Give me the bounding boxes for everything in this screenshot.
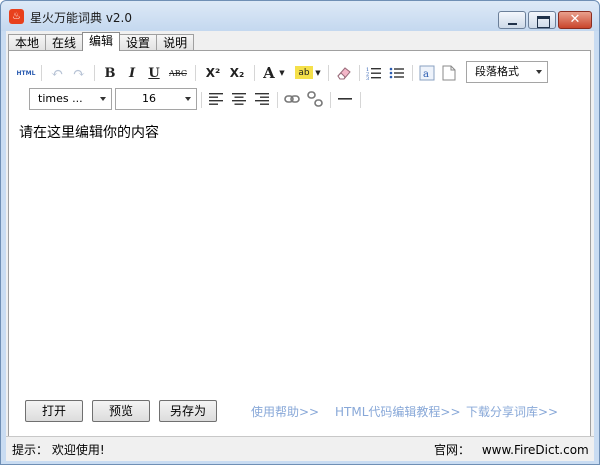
edit-panel: HTML ↶ ↷ B I U ABC X² X₂ A ▼ ab ▼ 1 2 3 … <box>8 50 591 458</box>
tab-local[interactable]: 本地 <box>8 34 47 51</box>
tab-bar: 本地 在线 编辑 设置 说明 <box>8 32 195 51</box>
help-link[interactable]: 使用帮助>> <box>251 403 319 420</box>
superscript-icon[interactable]: X² <box>202 63 224 83</box>
font-size-value: 16 <box>142 92 156 105</box>
status-bar: 提示： 欢迎使用! 官网： www.FireDict.com <box>6 436 594 461</box>
unordered-list-icon[interactable] <box>388 63 406 83</box>
site-label: 官网： <box>434 443 471 457</box>
hint-label: 提示： <box>12 443 49 457</box>
font-family-select[interactable]: times ... <box>29 88 112 110</box>
align-center-icon[interactable] <box>230 89 248 109</box>
minimize-button[interactable] <box>498 11 526 29</box>
chevron-down-icon <box>536 70 542 74</box>
eraser-icon[interactable] <box>335 63 353 83</box>
preview-button[interactable]: 预览 <box>92 400 150 422</box>
toolbar-separator <box>412 65 413 81</box>
download-share-link[interactable]: 下载分享词库>> <box>466 403 558 420</box>
app-window: ♨ 星火万能词典 v2.0 ✕ 本地 在线 编辑 设置 说明 HTML ↶ ↷ … <box>0 0 600 465</box>
toolbar-separator <box>359 65 360 81</box>
app-logo-icon: ♨ <box>9 9 24 24</box>
special-char-icon[interactable]: a <box>418 63 436 83</box>
window-title: 星火万能词典 v2.0 <box>30 11 133 25</box>
status-hint: 提示： 欢迎使用! <box>12 441 105 458</box>
toolbar-separator <box>277 92 278 108</box>
font-color-icon[interactable]: A <box>261 63 277 83</box>
html-source-icon[interactable]: HTML <box>15 63 37 83</box>
font-family-value: times ... <box>38 92 83 105</box>
font-size-select[interactable]: 16 <box>115 88 197 110</box>
link-icon[interactable] <box>283 89 301 109</box>
chevron-down-icon <box>100 97 106 101</box>
toolbar-separator <box>360 92 361 108</box>
paragraph-format-value: 段落格式 <box>475 65 519 78</box>
toolbar-separator <box>328 65 329 81</box>
tab-edit[interactable]: 编辑 <box>82 32 121 51</box>
italic-icon[interactable]: I <box>123 63 141 83</box>
client-area: 本地 在线 编辑 设置 说明 HTML ↶ ↷ B I U ABC X² X₂ <box>6 31 594 461</box>
toolbar-separator <box>41 65 42 81</box>
open-button[interactable]: 打开 <box>25 400 83 422</box>
save-as-button[interactable]: 另存为 <box>159 400 217 422</box>
minimize-icon <box>499 12 525 28</box>
tab-help[interactable]: 说明 <box>156 34 195 51</box>
tab-online[interactable]: 在线 <box>45 34 84 51</box>
align-right-icon[interactable] <box>253 89 271 109</box>
editor-area[interactable]: 请在这里编辑你的内容 <box>15 119 582 395</box>
underline-icon[interactable]: U <box>145 63 163 83</box>
font-color-dropdown-icon[interactable]: ▼ <box>278 63 286 83</box>
editor-content[interactable]: 请在这里编辑你的内容 <box>19 122 159 142</box>
title-bar[interactable]: ♨ 星火万能词典 v2.0 ✕ <box>1 1 599 31</box>
maximize-icon <box>529 12 555 28</box>
toolbar-separator <box>254 65 255 81</box>
close-button[interactable]: ✕ <box>558 11 592 29</box>
hint-text: 欢迎使用! <box>51 443 105 457</box>
ordered-list-icon[interactable]: 123 <box>365 63 383 83</box>
svg-text:a: a <box>423 69 429 80</box>
highlight-icon[interactable]: ab <box>295 66 313 79</box>
editor-toolbar: HTML ↶ ↷ B I U ABC X² X₂ A ▼ ab ▼ 1 2 3 … <box>15 57 582 115</box>
site-url-link[interactable]: www.FireDict.com <box>482 443 589 457</box>
bold-icon[interactable]: B <box>101 63 119 83</box>
highlight-dropdown-icon[interactable]: ▼ <box>314 63 322 83</box>
svg-text:3: 3 <box>366 76 369 80</box>
page-icon[interactable] <box>440 63 458 83</box>
subscript-icon[interactable]: X₂ <box>226 63 248 83</box>
undo-icon[interactable]: ↶ <box>48 63 66 83</box>
tab-settings[interactable]: 设置 <box>119 34 158 51</box>
maximize-button[interactable] <box>528 11 556 29</box>
toolbar-separator <box>330 92 331 108</box>
strikethrough-icon[interactable]: ABC <box>167 63 189 83</box>
html-tutorial-link[interactable]: HTML代码编辑教程>> <box>335 403 461 420</box>
status-site: 官网： www.FireDict.com <box>434 441 589 458</box>
chevron-down-icon <box>185 97 191 101</box>
horizontal-rule-icon[interactable] <box>336 89 354 109</box>
toolbar-separator <box>195 65 196 81</box>
align-left-icon[interactable] <box>207 89 225 109</box>
toolbar-separator <box>201 92 202 108</box>
unlink-icon[interactable] <box>306 89 324 109</box>
close-icon: ✕ <box>569 12 581 27</box>
toolbar-separator <box>94 65 95 81</box>
redo-icon[interactable]: ↷ <box>70 63 88 83</box>
paragraph-format-select[interactable]: 段落格式 <box>466 61 548 83</box>
